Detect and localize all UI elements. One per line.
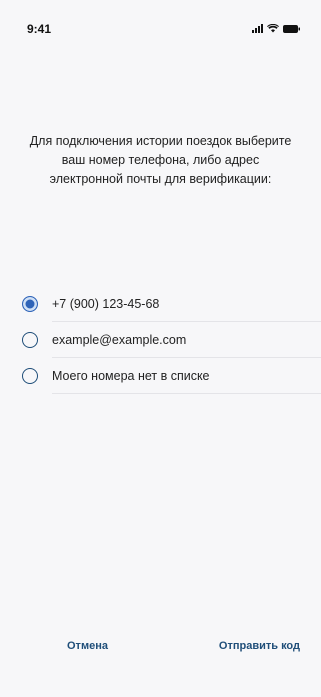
instruction-text: Для подключения истории поездок выберите… (29, 134, 292, 186)
wifi-icon (267, 24, 279, 33)
send-code-button[interactable]: Отправить код (219, 640, 300, 652)
radio-unchecked-icon[interactable] (22, 368, 38, 384)
screen: 9:41 Для подключения истории поездок выб… (0, 0, 321, 697)
contact-options-list: +7 (900) 123-45-68 example@example.com М… (22, 286, 321, 394)
option-not-listed[interactable]: Моего номера нет в списке (22, 358, 321, 394)
status-icons (252, 24, 300, 33)
cancel-button[interactable]: Отмена (67, 640, 108, 652)
battery-icon (283, 25, 300, 33)
signal-icon (252, 24, 263, 33)
status-time: 9:41 (27, 22, 52, 36)
bottom-actions: Отмена Отправить код (0, 640, 321, 660)
option-label: +7 (900) 123-45-68 (52, 297, 160, 311)
option-email[interactable]: example@example.com (22, 322, 321, 358)
radio-checked-icon[interactable] (22, 296, 38, 312)
option-label: Моего номера нет в списке (52, 369, 210, 383)
radio-unchecked-icon[interactable] (22, 332, 38, 348)
option-phone[interactable]: +7 (900) 123-45-68 (22, 286, 321, 322)
option-label: example@example.com (52, 333, 187, 347)
status-bar: 9:41 (0, 0, 321, 44)
